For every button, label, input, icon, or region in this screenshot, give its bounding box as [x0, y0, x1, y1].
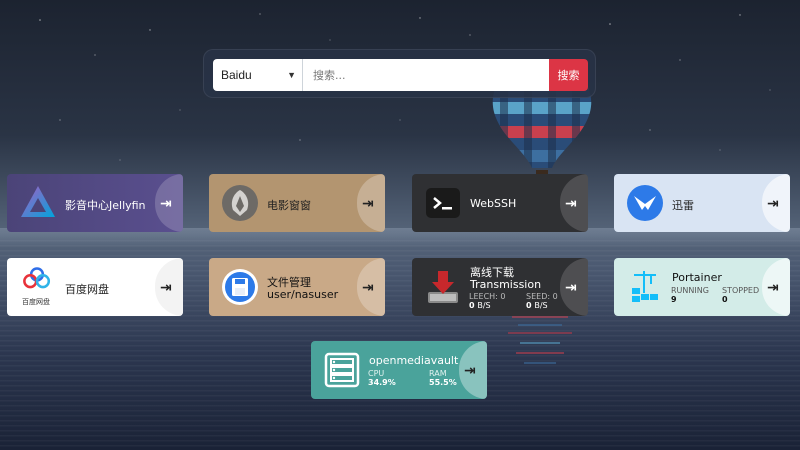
launch-icon: ⇥ [362, 195, 374, 211]
app-card-openmediavault[interactable]: openmediavault CPU 34.9% RAM 55.5% ⇥ [311, 341, 487, 399]
search-box: Baidu ▼ 搜索 [203, 49, 596, 98]
app-card-jellyfin[interactable]: 影音中心Jellyfin ⇥ [7, 174, 183, 232]
transmission-icon [428, 271, 458, 303]
launch-button[interactable]: ⇥ [762, 258, 790, 316]
search-engine-select[interactable]: Baidu ▼ [213, 59, 303, 91]
floppy-disk-icon [222, 269, 258, 305]
ram-value: 55.5% [429, 378, 457, 387]
baidu-logo-text: 百度网盘 [22, 298, 50, 306]
cpu-value: 34.9% [368, 378, 396, 387]
launch-button[interactable]: ⇥ [357, 258, 385, 316]
app-name: WebSSH [470, 197, 517, 210]
launch-icon: ⇥ [767, 195, 779, 211]
baidu-cloud-icon [23, 267, 51, 289]
app-name: 百度网盘 [65, 283, 109, 296]
search-button[interactable]: 搜索 [549, 59, 588, 91]
launch-button[interactable]: ⇥ [560, 174, 588, 232]
app-card-movies[interactable]: 电影窗窗 ⇥ [209, 174, 385, 232]
app-card-filemanager[interactable]: 文件管理 user/nasuser ⇥ [209, 258, 385, 316]
app-name: 电影窗窗 [267, 199, 311, 212]
launch-button[interactable]: ⇥ [459, 341, 487, 399]
launch-icon: ⇥ [362, 279, 374, 295]
movie-logo-icon [222, 185, 258, 221]
app-name: 影音中心Jellyfin [65, 199, 146, 212]
chevron-down-icon: ▼ [287, 70, 296, 80]
portainer-icon [632, 271, 658, 302]
stopped-value: 0 [722, 295, 728, 304]
app-card-transmission[interactable]: 离线下载 Transmission LEECH: 0 0 B/S SEED: 0… [412, 258, 588, 316]
launch-button[interactable]: ⇥ [155, 174, 183, 232]
launch-icon: ⇥ [565, 195, 577, 211]
launch-button[interactable]: ⇥ [560, 258, 588, 316]
seed-label: SEED: 0 [526, 292, 558, 301]
terminal-icon [426, 188, 460, 218]
seed-value: 0 B/S [526, 301, 548, 310]
cpu-label: CPU [368, 369, 385, 378]
app-card-xunlei[interactable]: 迅雷 ⇥ [614, 174, 790, 232]
app-name: openmediavault [369, 354, 459, 367]
jellyfin-icon [21, 186, 55, 217]
app-name: Portainer [672, 271, 722, 284]
launch-icon: ⇥ [565, 279, 577, 295]
leech-label: LEECH: 0 [469, 292, 506, 301]
app-name: 迅雷 [672, 199, 694, 212]
running-label: RUNNING [671, 286, 709, 295]
launch-button[interactable]: ⇥ [357, 174, 385, 232]
running-value: 9 [671, 295, 677, 304]
launch-button[interactable]: ⇥ [762, 174, 790, 232]
app-subtitle: Transmission [470, 278, 542, 291]
ram-label: RAM [429, 369, 447, 378]
stopped-label: STOPPED [722, 286, 760, 295]
launch-icon: ⇥ [160, 279, 172, 295]
search-engine-value: Baidu [221, 68, 252, 82]
launch-icon: ⇥ [464, 362, 476, 378]
launch-button[interactable]: ⇥ [155, 258, 183, 316]
search-input[interactable] [303, 59, 549, 91]
server-icon [324, 352, 360, 388]
launch-icon: ⇥ [160, 195, 172, 211]
app-card-portainer[interactable]: Portainer RUNNING 9 STOPPED 0 ⇥ [614, 258, 790, 316]
launch-icon: ⇥ [767, 279, 779, 295]
app-card-baidupan[interactable]: 百度网盘 百度网盘 ⇥ [7, 258, 183, 316]
app-card-webssh[interactable]: WebSSH ⇥ [412, 174, 588, 232]
bird-icon [627, 185, 663, 221]
app-subtitle: user/nasuser [267, 288, 339, 301]
leech-value: 0 B/S [469, 301, 491, 310]
